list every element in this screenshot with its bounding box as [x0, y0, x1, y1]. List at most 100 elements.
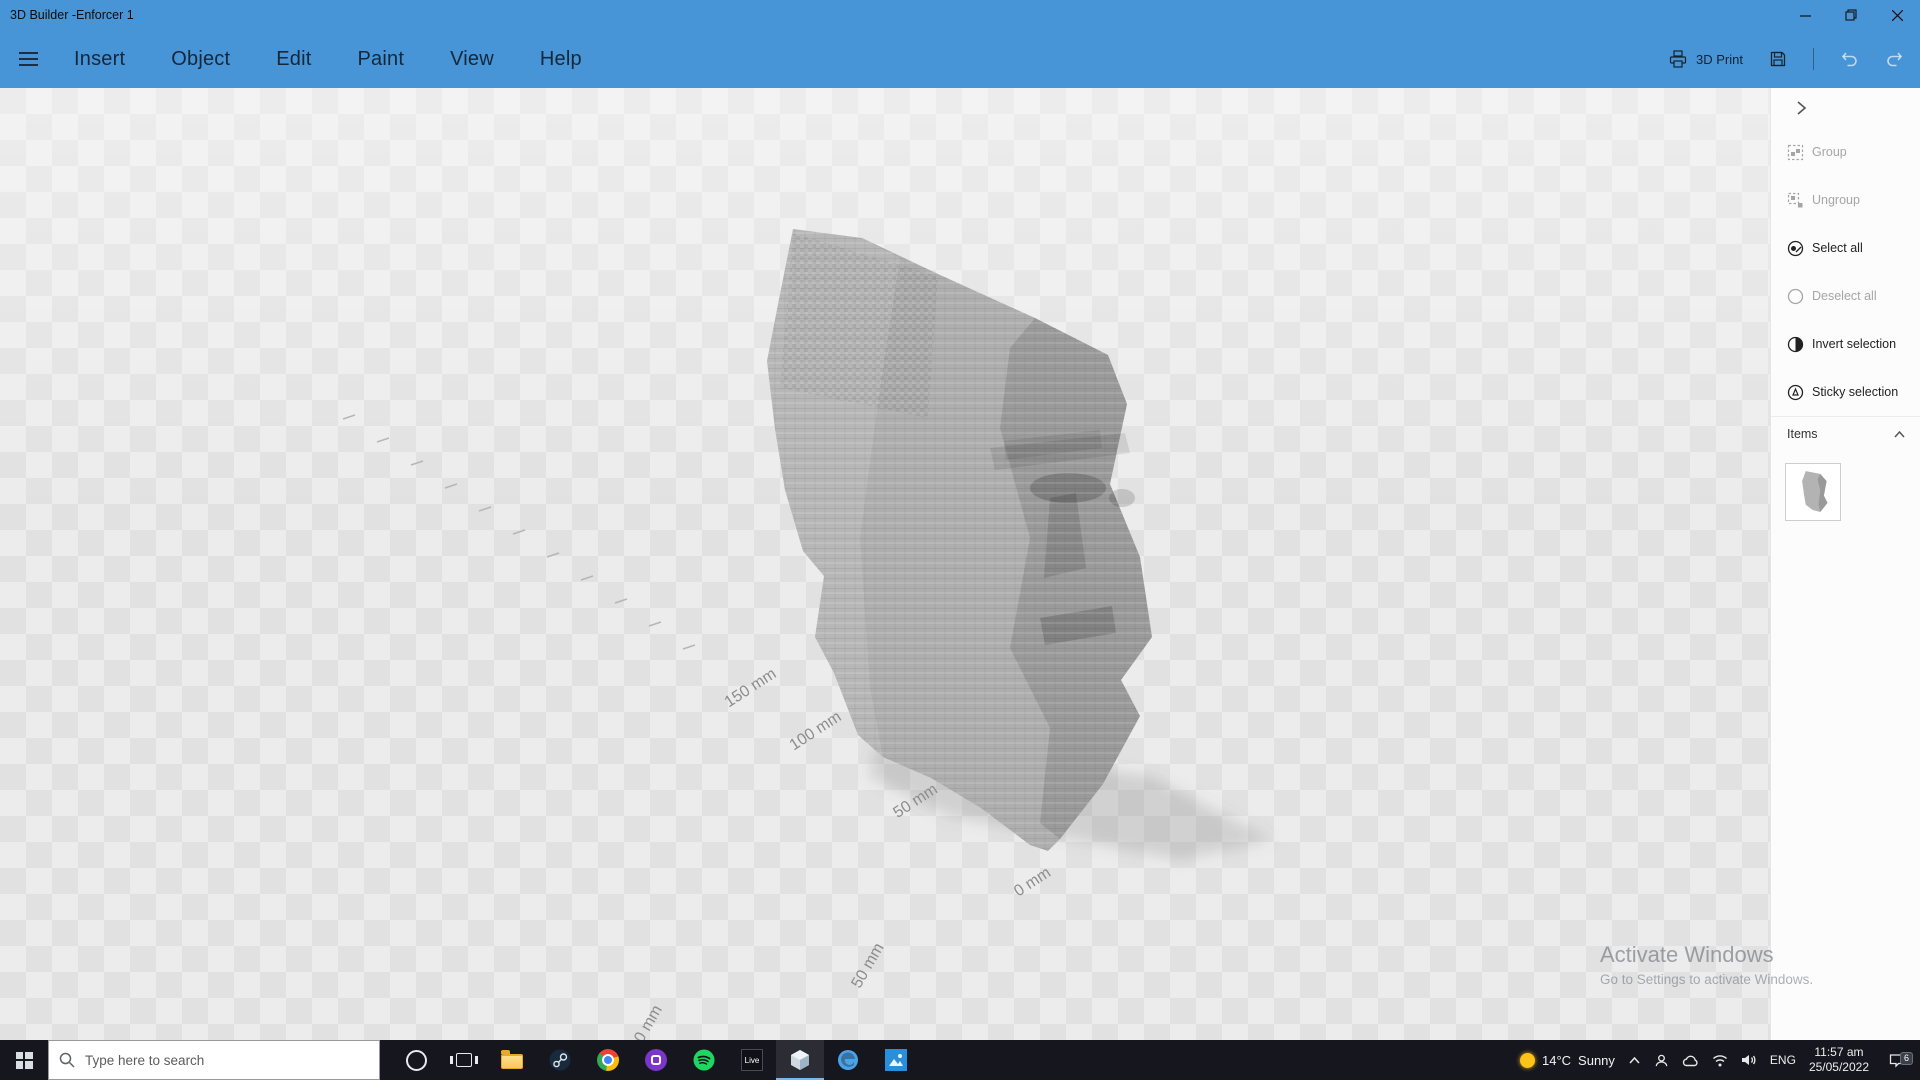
people-icon	[1654, 1053, 1669, 1068]
file-explorer-button[interactable]	[488, 1040, 536, 1080]
invert-selection-icon	[1787, 336, 1804, 353]
model-object[interactable]	[767, 229, 1152, 851]
weather-widget[interactable]: 14°C Sunny	[1520, 1053, 1615, 1068]
language-indicator[interactable]: ENG	[1770, 1053, 1796, 1067]
chevron-up-icon[interactable]	[1893, 429, 1906, 439]
3d-builder-icon	[789, 1049, 811, 1071]
3d-builder-taskbar-button[interactable]	[776, 1040, 824, 1080]
spotify-icon	[693, 1049, 715, 1071]
axis-label-x-100: 100 mm	[787, 708, 845, 754]
menu-insert[interactable]: Insert	[74, 48, 125, 71]
chevron-right-icon	[1794, 100, 1808, 116]
select-all-icon	[1787, 240, 1804, 257]
start-button[interactable]	[0, 1040, 48, 1080]
cloud-icon	[1682, 1054, 1699, 1067]
task-view-button[interactable]	[440, 1040, 488, 1080]
sticky-selection-label: Sticky selection	[1812, 385, 1898, 399]
invert-selection-label: Invert selection	[1812, 337, 1896, 351]
restore-button[interactable]	[1828, 0, 1874, 30]
action-center-button[interactable]: 6	[1882, 1053, 1912, 1068]
menu-edit[interactable]: Edit	[276, 48, 311, 71]
undo-icon	[1840, 50, 1859, 68]
axis-label-y-100: 100 mm	[622, 1002, 666, 1040]
clock-date: 25/05/2022	[1809, 1060, 1869, 1075]
deselect-all-button[interactable]: Deselect all	[1771, 272, 1920, 320]
minimize-button[interactable]	[1782, 0, 1828, 30]
title-bar: 3D Builder -Enforcer 1	[0, 0, 1920, 30]
viewport-canvas[interactable]: 150 mm 100 mm 50 mm 0 mm 50 mm 100 mm	[0, 88, 1770, 1040]
gog-galaxy-icon	[645, 1049, 667, 1071]
search-input[interactable]	[83, 1052, 369, 1069]
3d-print-button[interactable]: 3D Print	[1668, 50, 1743, 68]
weather-condition: Sunny	[1578, 1053, 1615, 1068]
volume-button[interactable]	[1741, 1053, 1757, 1067]
notification-badge: 6	[1900, 1052, 1913, 1065]
group-icon	[1787, 144, 1804, 161]
item-thumbnail[interactable]	[1785, 463, 1841, 521]
toolbar-divider	[1813, 48, 1814, 70]
group-button[interactable]: Group	[1771, 128, 1920, 176]
steam-icon	[549, 1049, 571, 1071]
gog-galaxy-button[interactable]	[632, 1040, 680, 1080]
spotify-button[interactable]	[680, 1040, 728, 1080]
network-button[interactable]	[1712, 1054, 1728, 1067]
scene-3d: 150 mm 100 mm 50 mm 0 mm 50 mm 100 mm	[0, 88, 1770, 1040]
photos-icon	[885, 1049, 907, 1071]
window-title: 3D Builder -Enforcer 1	[0, 8, 1782, 22]
menu-object[interactable]: Object	[171, 48, 230, 71]
taskbar-search[interactable]	[48, 1040, 380, 1080]
redo-icon	[1885, 50, 1904, 68]
live-app-button[interactable]: Live	[728, 1040, 776, 1080]
menu-view[interactable]: View	[450, 48, 494, 71]
sun-icon	[1520, 1053, 1535, 1068]
3d-print-icon	[1668, 50, 1688, 68]
invert-selection-button[interactable]: Invert selection	[1771, 320, 1920, 368]
redo-button[interactable]	[1885, 50, 1904, 68]
group-label: Group	[1812, 145, 1847, 159]
ungroup-label: Ungroup	[1812, 193, 1860, 207]
task-view-icon	[456, 1053, 472, 1067]
edge-button[interactable]	[824, 1040, 872, 1080]
live-app-label: Live	[745, 1056, 760, 1065]
weather-temp: 14°C	[1542, 1053, 1571, 1068]
save-icon	[1769, 50, 1787, 68]
clock-time: 11:57 am	[1809, 1045, 1869, 1060]
deselect-all-label: Deselect all	[1812, 289, 1877, 303]
taskbar: Live	[0, 1040, 1920, 1080]
chrome-icon	[597, 1049, 619, 1071]
hamburger-menu-button[interactable]	[8, 39, 48, 79]
axis-label-y-50: 50 mm	[849, 940, 888, 991]
close-icon	[1892, 10, 1903, 21]
ungroup-button[interactable]: Ungroup	[1771, 176, 1920, 224]
restore-icon	[1845, 9, 1857, 21]
item-thumbnail-model	[1793, 468, 1833, 516]
live-app-icon: Live	[741, 1049, 763, 1071]
steam-button[interactable]	[536, 1040, 584, 1080]
tray-overflow-button[interactable]	[1628, 1055, 1641, 1065]
tray-people-button[interactable]	[1654, 1053, 1669, 1068]
edge-icon	[837, 1049, 859, 1071]
chrome-button[interactable]	[584, 1040, 632, 1080]
close-button[interactable]	[1874, 0, 1920, 30]
cortana-button[interactable]	[392, 1040, 440, 1080]
clock[interactable]: 11:57 am 25/05/2022	[1809, 1045, 1869, 1075]
onedrive-button[interactable]	[1682, 1054, 1699, 1067]
ruler-ticks	[343, 415, 695, 649]
menu-paint[interactable]: Paint	[358, 48, 405, 71]
3d-print-label: 3D Print	[1696, 52, 1743, 67]
sticky-selection-button[interactable]: Sticky selection	[1771, 368, 1920, 416]
search-icon	[59, 1052, 75, 1068]
cortana-icon	[406, 1050, 427, 1071]
undo-button[interactable]	[1840, 50, 1859, 68]
save-button[interactable]	[1769, 50, 1787, 68]
photos-button[interactable]	[872, 1040, 920, 1080]
select-all-button[interactable]: Select all	[1771, 224, 1920, 272]
selection-panel: Group Ungroup Select all Deselect all In…	[1770, 88, 1920, 1040]
wifi-icon	[1712, 1054, 1728, 1067]
file-explorer-icon	[501, 1054, 523, 1069]
deselect-all-icon	[1787, 288, 1804, 305]
axis-label-x-0: 0 mm	[1011, 864, 1054, 900]
collapse-panel-button[interactable]	[1789, 96, 1813, 120]
menu-help[interactable]: Help	[540, 48, 582, 71]
axis-label-x-150: 150 mm	[722, 665, 780, 711]
